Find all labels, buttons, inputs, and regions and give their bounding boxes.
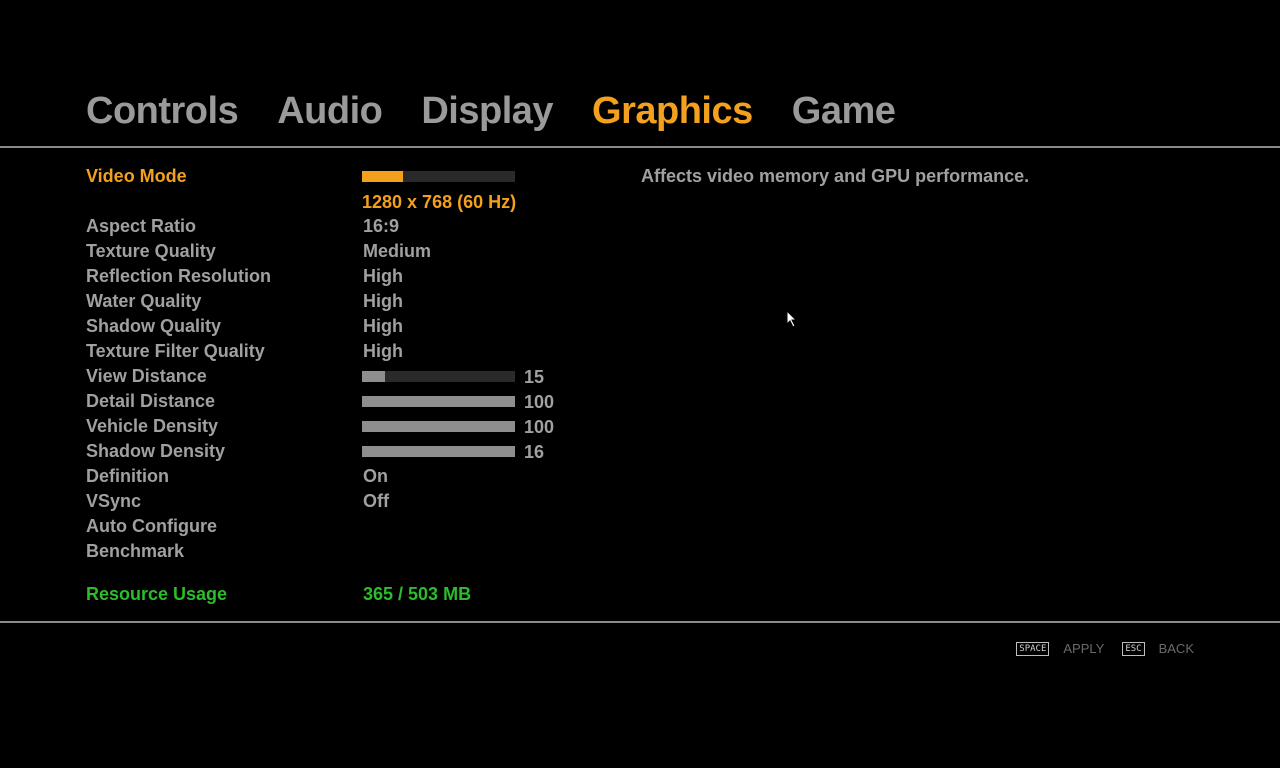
back-button[interactable]: BACK [1159, 641, 1194, 656]
setting-label: Auto Configure [86, 516, 217, 536]
slider-value: 100 [524, 417, 555, 437]
shadow-density-slider[interactable] [362, 446, 515, 457]
setting-value: On [363, 466, 388, 486]
tab-controls[interactable]: Controls [86, 86, 239, 136]
resource-usage-label: Resource Usage [86, 584, 228, 604]
setting-label: View Distance [86, 366, 207, 386]
setting-label: Video Mode [86, 166, 187, 186]
space-key-icon: SPACE [1016, 641, 1050, 656]
slider-fill [362, 421, 515, 432]
tab-graphics[interactable]: Graphics [592, 86, 753, 136]
slider-fill [362, 171, 404, 182]
setting-vsync[interactable]: VSync Off [86, 489, 586, 513]
setting-value: High [363, 266, 403, 286]
video-mode-slider[interactable] [362, 171, 515, 182]
setting-label: Definition [86, 466, 169, 486]
vehicle-density-slider[interactable] [362, 421, 515, 432]
setting-label: Water Quality [86, 291, 202, 311]
setting-label: Reflection Resolution [86, 266, 272, 286]
setting-description: Affects video memory and GPU performance… [641, 166, 1030, 186]
setting-value: Off [363, 491, 389, 511]
bottom-divider [0, 621, 1280, 623]
setting-value: 16:9 [363, 216, 400, 236]
setting-label: Shadow Quality [86, 316, 222, 336]
setting-value: Medium [363, 241, 432, 261]
setting-detail-distance[interactable]: Detail Distance 100 [86, 389, 586, 413]
slider-value: 15 [524, 367, 545, 387]
setting-label: Vehicle Density [86, 416, 219, 436]
video-mode-value: 1280 x 768 (60 Hz) [362, 192, 517, 212]
setting-label: Aspect Ratio [86, 216, 197, 236]
setting-vehicle-density[interactable]: Vehicle Density 100 [86, 414, 586, 438]
footer-actions: SPACE APPLY ESC BACK [1016, 641, 1194, 656]
setting-aspect-ratio[interactable]: Aspect Ratio 16:9 [86, 214, 586, 238]
setting-label: Detail Distance [86, 391, 216, 411]
setting-definition[interactable]: Definition On [86, 464, 586, 488]
slider-fill [362, 396, 515, 407]
auto-configure-button[interactable]: Auto Configure [86, 514, 586, 538]
slider-fill [362, 371, 385, 382]
setting-view-distance[interactable]: View Distance 15 [86, 364, 586, 388]
setting-texture-quality[interactable]: Texture Quality Medium [86, 239, 586, 263]
setting-value: High [363, 341, 403, 361]
setting-value: High [363, 291, 403, 311]
mouse-cursor-icon [786, 310, 798, 328]
slider-value: 16 [524, 442, 545, 462]
apply-button[interactable]: APPLY [1063, 641, 1104, 656]
setting-shadow-density[interactable]: Shadow Density 16 [86, 439, 586, 463]
setting-label: Benchmark [86, 541, 185, 561]
setting-reflection-resolution[interactable]: Reflection Resolution High [86, 264, 586, 288]
setting-label: VSync [86, 491, 142, 511]
slider-fill [362, 446, 515, 457]
tab-game[interactable]: Game [792, 86, 896, 136]
setting-label: Texture Filter Quality [86, 341, 265, 361]
top-divider [0, 146, 1280, 148]
benchmark-button[interactable]: Benchmark [86, 539, 586, 563]
setting-label: Texture Quality [86, 241, 216, 261]
tab-bar: Controls Audio Display Graphics Game [86, 86, 934, 136]
resource-usage: Resource Usage 365 / 503 MB [86, 582, 586, 606]
esc-key-icon: ESC [1122, 641, 1145, 656]
tab-display[interactable]: Display [421, 86, 553, 136]
view-distance-slider[interactable] [362, 371, 515, 382]
resource-usage-value: 365 / 503 MB [363, 584, 472, 604]
setting-water-quality[interactable]: Water Quality High [86, 289, 586, 313]
setting-shadow-quality[interactable]: Shadow Quality High [86, 314, 586, 338]
detail-distance-slider[interactable] [362, 396, 515, 407]
tab-audio[interactable]: Audio [277, 86, 383, 136]
setting-value: High [363, 316, 403, 336]
setting-texture-filter-quality[interactable]: Texture Filter Quality High [86, 339, 586, 363]
slider-value: 100 [524, 392, 555, 412]
setting-label: Shadow Density [86, 441, 226, 461]
setting-video-mode[interactable]: Video Mode [86, 164, 586, 188]
